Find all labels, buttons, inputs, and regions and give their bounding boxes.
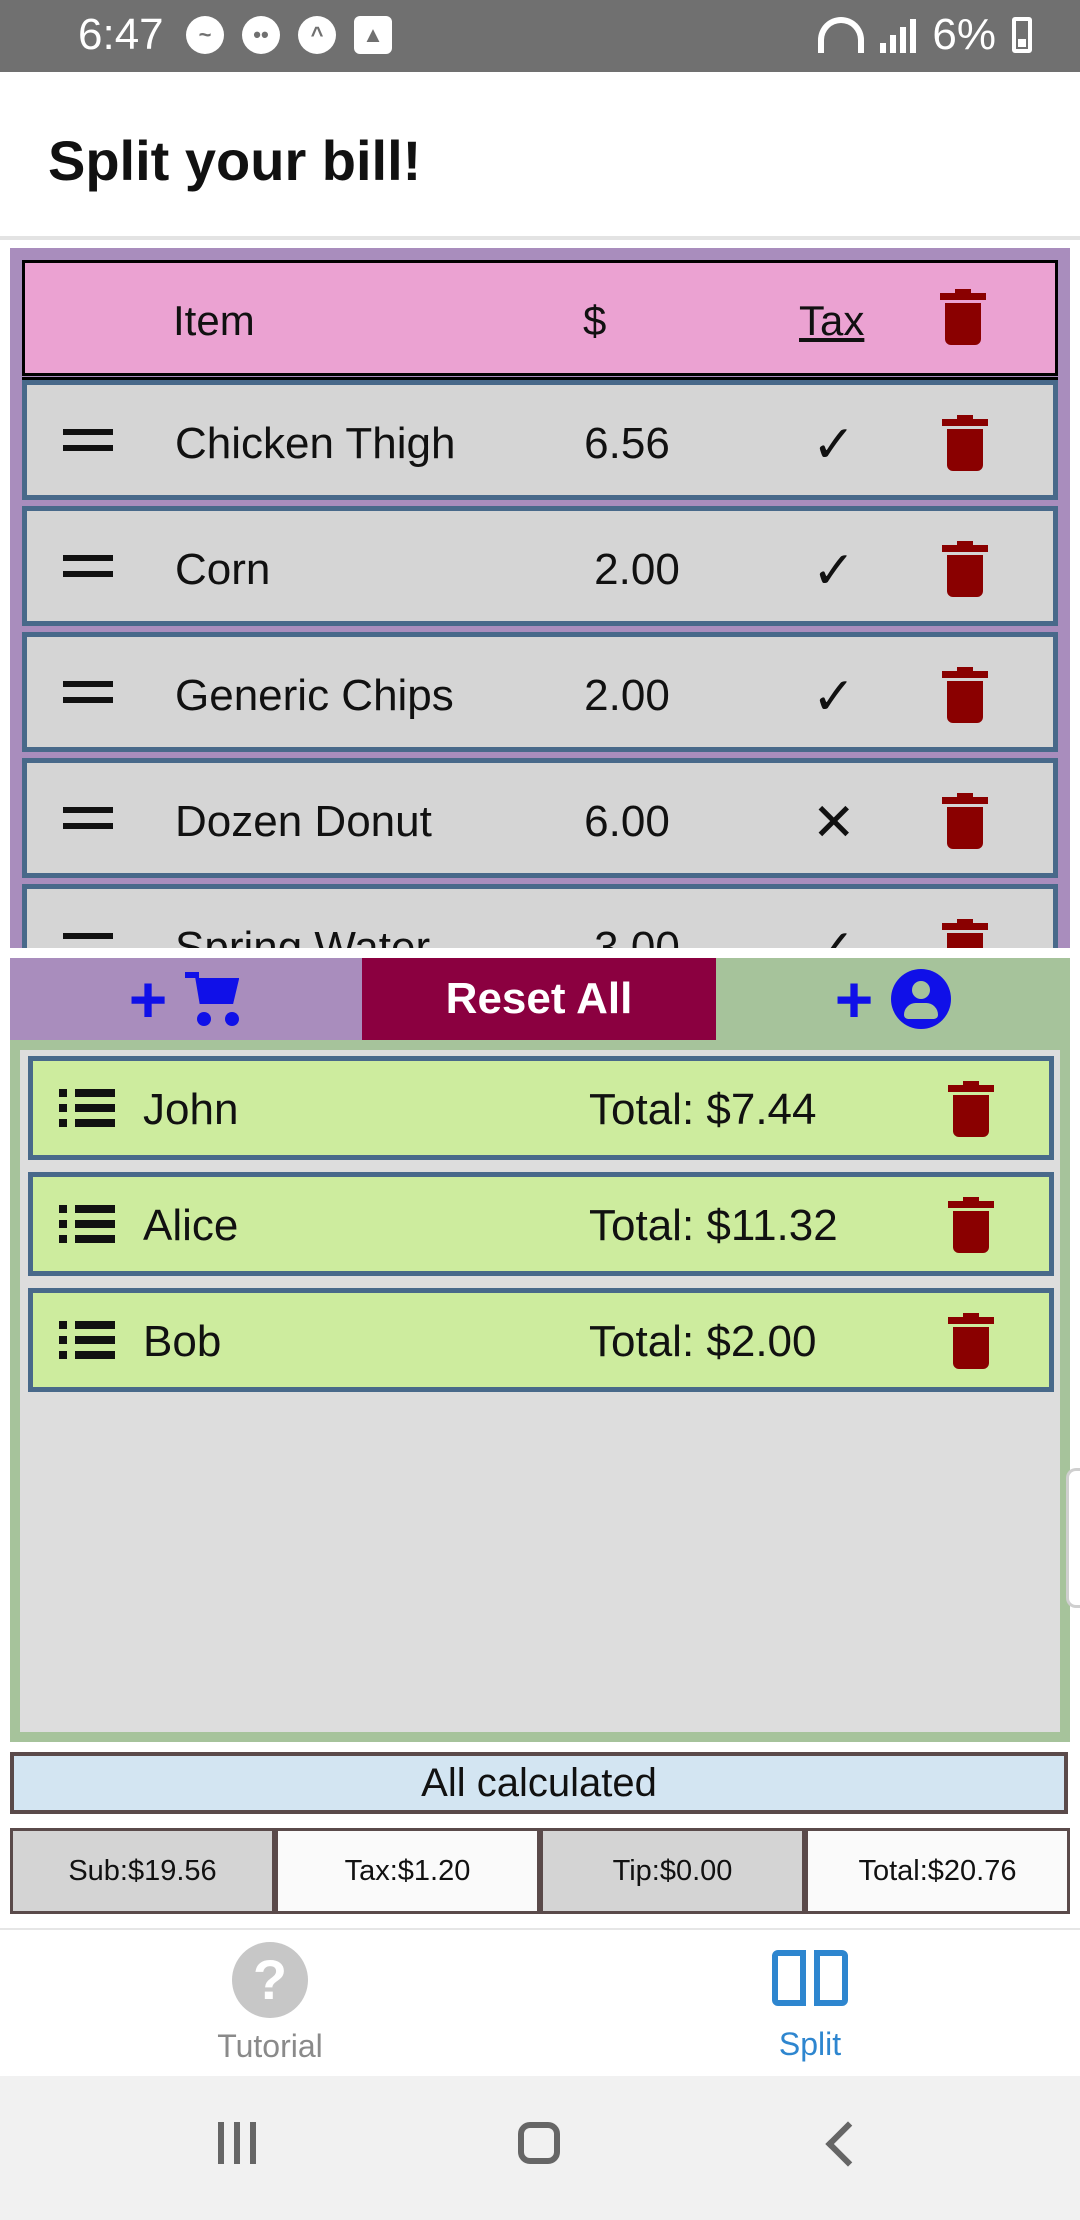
- list-icon[interactable]: [59, 1321, 119, 1359]
- drag-handle-icon[interactable]: [63, 555, 113, 577]
- open-book-icon: [772, 1950, 848, 2012]
- item-price[interactable]: 3.00: [557, 923, 717, 948]
- add-item-button[interactable]: +: [10, 958, 362, 1040]
- tab-split-label: Split: [778, 2026, 842, 2062]
- delete-item-icon[interactable]: [942, 793, 988, 849]
- reset-all-button[interactable]: Reset All: [362, 958, 716, 1040]
- bottom-navigation: ? Tutorial Split: [0, 1928, 1080, 2076]
- wifi-icon: [818, 17, 865, 53]
- tax-check-icon[interactable]: ✓: [812, 415, 856, 475]
- person-name[interactable]: John: [143, 1085, 238, 1135]
- shopping-cart-icon: [185, 970, 243, 1028]
- delete-person-icon[interactable]: [948, 1197, 994, 1253]
- notification-icons: ~ •• ^ ▲: [186, 16, 392, 54]
- totals-bar: Sub:$19.56 Tax:$1.20 Tip:$0.00 Total:$20…: [10, 1828, 1070, 1914]
- item-name[interactable]: Generic Chips: [175, 671, 454, 721]
- page-title: Split your bill!: [48, 129, 422, 192]
- tax-cross-icon[interactable]: ✕: [812, 793, 856, 853]
- item-name[interactable]: Corn: [175, 545, 270, 595]
- action-bar: + Reset All +: [10, 958, 1070, 1040]
- tax-check-icon[interactable]: ✓: [812, 541, 856, 601]
- person-total: Total: $2.00: [589, 1317, 817, 1366]
- battery-icon: [1012, 17, 1032, 53]
- tab-tutorial[interactable]: ? Tutorial: [120, 1942, 420, 2065]
- status-right: 6%: [818, 10, 1032, 60]
- people-panel: John Total: $7.44 Alice Total: $11.32 Bo…: [10, 1040, 1070, 1742]
- battery-percent: 6%: [932, 10, 996, 59]
- delete-item-icon[interactable]: [942, 667, 988, 723]
- recents-button[interactable]: [218, 2122, 256, 2164]
- wechat-icon: ••: [242, 16, 280, 54]
- help-icon: ?: [232, 1942, 308, 2018]
- item-name[interactable]: Chicken Thigh: [175, 419, 455, 469]
- drag-handle-icon[interactable]: [63, 807, 113, 829]
- app-header: Split your bill!: [0, 72, 1080, 240]
- image-icon: ▲: [354, 16, 392, 54]
- home-button[interactable]: [518, 2122, 560, 2164]
- item-price[interactable]: 2.00: [557, 545, 717, 595]
- delete-item-icon[interactable]: [942, 541, 988, 597]
- header-item: Item: [173, 297, 255, 344]
- person-row[interactable]: Alice Total: $11.32: [28, 1172, 1054, 1276]
- item-price[interactable]: 6.56: [547, 419, 707, 469]
- header-price: $: [583, 297, 607, 344]
- total-cell: Total:$20.76: [805, 1828, 1070, 1914]
- items-panel: Item $ Tax Chicken Thigh 6.56 ✓ Corn 2.0…: [10, 248, 1070, 948]
- plus-icon: +: [128, 962, 168, 1036]
- header-tax-toggle[interactable]: Tax: [799, 297, 864, 345]
- drag-handle-icon[interactable]: [63, 933, 113, 948]
- tab-split[interactable]: Split: [660, 1942, 960, 2063]
- drag-handle-icon[interactable]: [63, 429, 113, 451]
- tax-check-icon[interactable]: ✓: [812, 667, 856, 727]
- plus-icon: +: [834, 962, 874, 1036]
- add-person-button[interactable]: +: [716, 958, 1070, 1040]
- item-row[interactable]: Generic Chips 2.00 ✓: [22, 632, 1058, 752]
- person-row[interactable]: John Total: $7.44: [28, 1056, 1054, 1160]
- delete-person-icon[interactable]: [948, 1313, 994, 1369]
- item-name[interactable]: Spring Water: [175, 923, 430, 948]
- person-row[interactable]: Bob Total: $2.00: [28, 1288, 1054, 1392]
- tax-cell[interactable]: Tax:$1.20: [275, 1828, 540, 1914]
- item-row[interactable]: Chicken Thigh 6.56 ✓: [22, 380, 1058, 500]
- status-time: 6:47: [78, 10, 164, 59]
- item-name[interactable]: Dozen Donut: [175, 797, 432, 847]
- messenger-icon: ~: [186, 16, 224, 54]
- items-table-header: Item $ Tax: [22, 260, 1058, 387]
- list-icon[interactable]: [59, 1205, 119, 1243]
- person-name[interactable]: Alice: [143, 1201, 238, 1251]
- tip-cell[interactable]: Tip:$0.00: [540, 1828, 805, 1914]
- item-row[interactable]: Dozen Donut 6.00 ✕: [22, 758, 1058, 878]
- person-total: Total: $11.32: [589, 1201, 838, 1250]
- tax-check-icon[interactable]: ✓: [812, 919, 856, 948]
- account-circle-icon: [891, 969, 952, 1029]
- person-total: Total: $7.44: [589, 1085, 817, 1134]
- drag-handle-icon[interactable]: [63, 681, 113, 703]
- back-button[interactable]: [825, 2121, 871, 2167]
- delete-all-items-icon[interactable]: [940, 289, 986, 345]
- delete-person-icon[interactable]: [948, 1081, 994, 1137]
- subtotal-cell: Sub:$19.56: [10, 1828, 275, 1914]
- calculation-status: All calculated: [10, 1752, 1068, 1814]
- item-row[interactable]: Spring Water 3.00 ✓: [22, 884, 1058, 948]
- status-bar: 6:47 ~ •• ^ ▲ 6%: [0, 0, 1080, 72]
- item-row[interactable]: Corn 2.00 ✓: [22, 506, 1058, 626]
- signal-icon: [880, 17, 917, 53]
- system-navigation-bar: [0, 2076, 1080, 2220]
- list-icon[interactable]: [59, 1089, 119, 1127]
- delete-item-icon[interactable]: [942, 415, 988, 471]
- arrow-up-icon: ^: [298, 16, 336, 54]
- delete-item-icon[interactable]: [942, 919, 988, 948]
- person-name[interactable]: Bob: [143, 1317, 221, 1367]
- tab-tutorial-label: Tutorial: [217, 2028, 323, 2064]
- item-price[interactable]: 2.00: [547, 671, 707, 721]
- item-price[interactable]: 6.00: [547, 797, 707, 847]
- scroll-handle[interactable]: [1066, 1468, 1080, 1608]
